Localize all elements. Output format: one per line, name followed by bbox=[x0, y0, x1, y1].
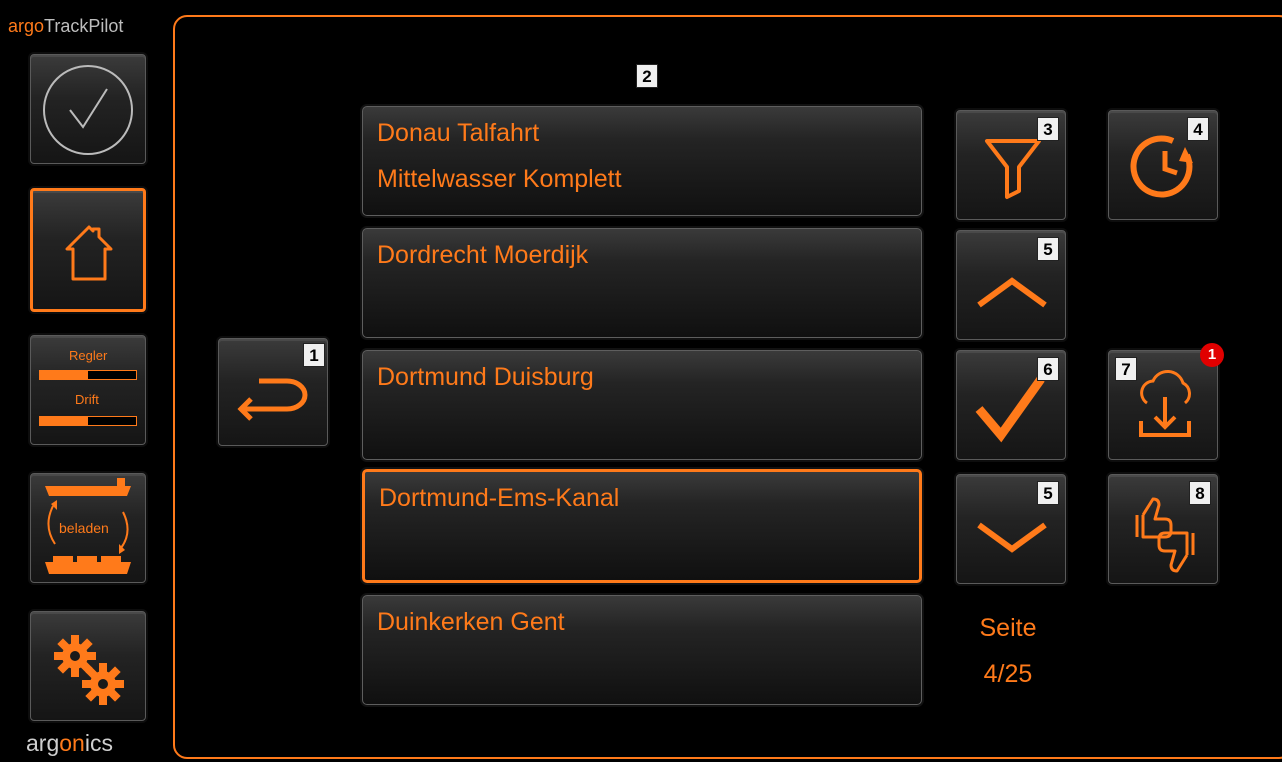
download-button[interactable]: 7 bbox=[1108, 350, 1218, 460]
page-label: Seite bbox=[979, 614, 1037, 642]
gears-icon bbox=[54, 635, 124, 705]
history-button[interactable]: 4 bbox=[1108, 110, 1218, 220]
list-item[interactable]: Duinkerken Gent bbox=[362, 595, 922, 705]
load-state-label: beladen bbox=[59, 520, 109, 536]
notification-badge: 1 bbox=[1200, 343, 1224, 367]
app-brand: argoTrackPilot bbox=[8, 16, 123, 37]
list-item-title: Dortmund-Ems-Kanal bbox=[379, 484, 620, 512]
footer-prefix: arg bbox=[26, 730, 60, 756]
brand-suffix: TrackPilot bbox=[44, 16, 124, 36]
list-item-title: Donau Talfahrt bbox=[377, 119, 540, 147]
list-item[interactable]: Dordrecht Moerdijk bbox=[362, 228, 922, 338]
home-icon bbox=[65, 225, 113, 281]
marker-5-down: 5 bbox=[1037, 481, 1059, 505]
list-item[interactable]: Donau Talfahrt Mittelwasser Komplett bbox=[362, 106, 922, 216]
marker-3: 3 bbox=[1037, 117, 1059, 141]
marker-6: 6 bbox=[1037, 357, 1059, 381]
regler-label: Regler bbox=[69, 348, 108, 363]
scroll-down-button[interactable]: 5 bbox=[956, 474, 1066, 584]
drift-label: Drift bbox=[75, 392, 99, 407]
page-indicator: 4/25 bbox=[983, 660, 1033, 688]
regler-meter bbox=[39, 370, 137, 380]
confirm-button[interactable]: 6 bbox=[956, 350, 1066, 460]
marker-7: 7 bbox=[1115, 357, 1137, 381]
footer-suffix: ics bbox=[84, 730, 113, 756]
marker-1: 1 bbox=[303, 343, 325, 367]
settings-button[interactable] bbox=[30, 611, 146, 721]
list-item-title: Duinkerken Gent bbox=[377, 608, 565, 636]
check-circle-icon bbox=[43, 65, 133, 155]
scroll-up-button[interactable]: 5 bbox=[956, 230, 1066, 340]
status-button[interactable] bbox=[30, 54, 146, 164]
filter-button[interactable]: 3 bbox=[956, 110, 1066, 220]
list-item-selected[interactable]: Dortmund-Ems-Kanal bbox=[362, 469, 922, 583]
drift-meter-fill bbox=[40, 417, 88, 425]
rate-button[interactable]: 8 bbox=[1108, 474, 1218, 584]
footer-brand: argonics bbox=[26, 730, 113, 757]
controller-drift-button[interactable]: Regler Drift bbox=[30, 335, 146, 445]
list-item-title: Dortmund Duisburg bbox=[377, 363, 594, 391]
back-button[interactable]: 1 bbox=[218, 338, 328, 446]
brand-prefix: argo bbox=[8, 16, 45, 36]
list-item[interactable]: Dortmund Duisburg bbox=[362, 350, 922, 460]
list-item-subtitle: Mittelwasser Komplett bbox=[377, 165, 622, 193]
app-screen: argoTrackPilot Regler Drift beladen argo… bbox=[0, 0, 1282, 762]
list-item-title: Dordrecht Moerdijk bbox=[377, 241, 589, 269]
load-state-button[interactable]: beladen bbox=[30, 473, 146, 583]
footer-highlight: on bbox=[59, 730, 85, 756]
marker-5: 5 bbox=[1037, 237, 1059, 261]
marker-8: 8 bbox=[1189, 481, 1211, 505]
regler-meter-fill bbox=[40, 371, 88, 379]
marker-4: 4 bbox=[1187, 117, 1209, 141]
drift-meter bbox=[39, 416, 137, 426]
marker-2: 2 bbox=[636, 64, 658, 88]
home-button[interactable] bbox=[30, 188, 146, 312]
